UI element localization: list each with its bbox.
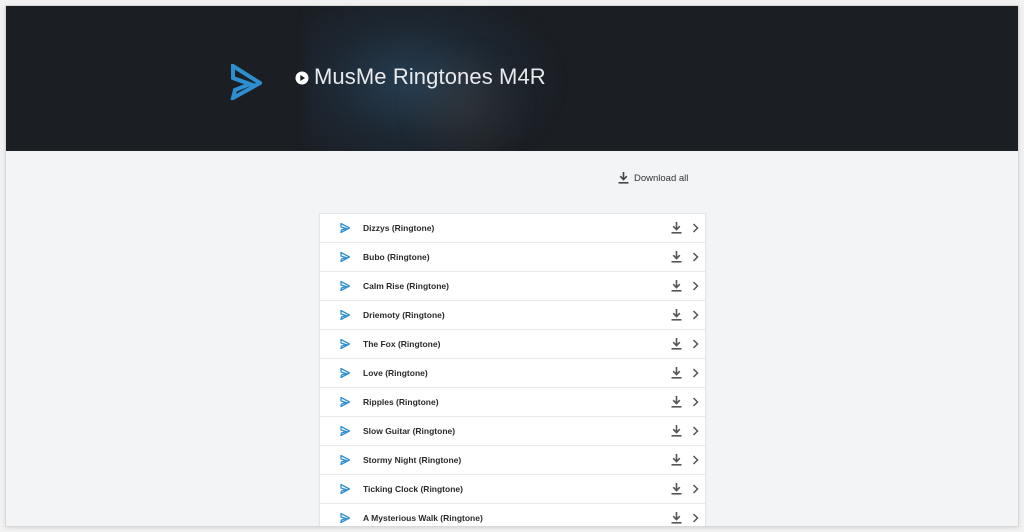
musme-triangle-icon [340,310,350,320]
ringtone-row[interactable]: Dizzys (Ringtone) [320,214,705,243]
chevron-right-icon[interactable] [692,281,699,291]
ringtone-row[interactable]: Love (Ringtone) [320,359,705,388]
ringtone-row[interactable]: Stormy Night (Ringtone) [320,446,705,475]
chevron-right-icon[interactable] [692,426,699,436]
ringtone-row[interactable]: The Fox (Ringtone) [320,330,705,359]
musme-triangle-icon [340,455,350,465]
ringtone-list: Dizzys (Ringtone) Bubo (Ringtone) Calm R… [319,213,706,526]
ringtone-name: Slow Guitar (Ringtone) [363,426,456,436]
download-icon[interactable] [671,251,682,263]
ringtone-row[interactable]: A Mysterious Walk (Ringtone) [320,504,705,526]
download-icon[interactable] [671,222,682,234]
download-all-label: Download all [634,172,689,184]
download-icon[interactable] [671,454,682,466]
chevron-right-icon[interactable] [692,484,699,494]
ringtone-name: Dizzys (Ringtone) [363,223,435,233]
download-icon[interactable] [671,425,682,437]
musme-triangle-icon [340,484,350,494]
musme-triangle-icon [340,339,350,349]
chevron-right-icon[interactable] [692,397,699,407]
ringtone-name: Ripples (Ringtone) [363,397,439,407]
musme-triangle-icon [340,281,350,291]
ringtone-name: Driemoty (Ringtone) [363,310,445,320]
ringtone-row[interactable]: Calm Rise (Ringtone) [320,272,705,301]
chevron-right-icon[interactable] [692,368,699,378]
chevron-right-icon[interactable] [692,310,699,320]
ringtone-name: A Mysterious Walk (Ringtone) [363,513,483,523]
musme-triangle-icon [340,368,350,378]
ringtone-row[interactable]: Slow Guitar (Ringtone) [320,417,705,446]
musme-triangle-icon [340,397,350,407]
download-icon[interactable] [671,396,682,408]
ringtone-name: The Fox (Ringtone) [363,339,441,349]
play-circle-icon[interactable] [295,71,309,85]
ringtone-name: Ticking Clock (Ringtone) [363,484,463,494]
ringtone-name: Stormy Night (Ringtone) [363,455,462,465]
ringtone-name: Calm Rise (Ringtone) [363,281,449,291]
header-background-glow [396,46,536,151]
download-icon[interactable] [671,280,682,292]
download-icon[interactable] [671,512,682,524]
ringtone-name: Love (Ringtone) [363,368,428,378]
album-header: MusMe Ringtones M4R [6,6,1018,151]
ringtone-row[interactable]: Driemoty (Ringtone) [320,301,705,330]
download-icon[interactable] [671,309,682,321]
musme-triangle-icon [340,426,350,436]
download-icon[interactable] [671,367,682,379]
ringtone-name: Bubo (Ringtone) [363,252,430,262]
download-icon[interactable] [671,338,682,350]
chevron-right-icon[interactable] [692,339,699,349]
musme-triangle-icon [340,252,350,262]
page-title: MusMe Ringtones M4R [314,64,546,89]
ringtone-row[interactable]: Ripples (Ringtone) [320,388,705,417]
chevron-right-icon[interactable] [692,513,699,523]
ringtone-row[interactable]: Bubo (Ringtone) [320,243,705,272]
musme-logo-icon[interactable] [230,64,262,100]
musme-triangle-icon [340,513,350,523]
chevron-right-icon[interactable] [692,223,699,233]
download-all-button[interactable]: Download all [618,172,688,184]
chevron-right-icon[interactable] [692,455,699,465]
download-icon[interactable] [671,483,682,495]
ringtone-row[interactable]: Ticking Clock (Ringtone) [320,475,705,504]
chevron-right-icon[interactable] [692,252,699,262]
download-icon [618,172,629,184]
musme-triangle-icon [340,223,350,233]
app-window: MusMe Ringtones M4R Download all Dizzys … [6,6,1018,526]
